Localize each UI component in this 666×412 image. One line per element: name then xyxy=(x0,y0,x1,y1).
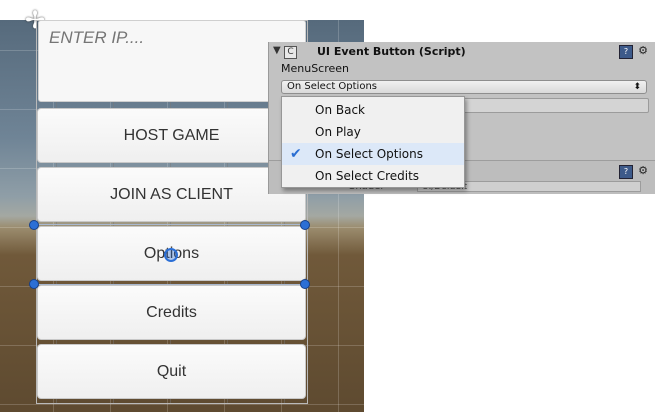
popup-item-label: On Select Credits xyxy=(315,169,420,183)
popup-item-on-back[interactable]: On Back xyxy=(282,99,464,121)
join-as-client-button[interactable]: JOIN AS CLIENT xyxy=(37,167,306,222)
dropdown-arrow-icon: ⬍ xyxy=(633,82,641,92)
popup-item-label: On Play xyxy=(315,125,361,139)
target-object-label: MenuScreen xyxy=(281,62,350,75)
book-icon-material[interactable]: ? xyxy=(619,165,633,179)
event-dropdown-popup: On Back On Play ✔ On Select Options On S… xyxy=(281,96,465,188)
credits-label: Credits xyxy=(146,303,197,321)
event-dropdown-value: On Select Options xyxy=(287,81,377,92)
component-header[interactable]: ▼ C UI Event Button (Script) ? ⚙ xyxy=(269,42,655,62)
join-as-client-label: JOIN AS CLIENT xyxy=(110,185,233,203)
selection-handle-top-right[interactable] xyxy=(300,220,310,230)
ip-input-box[interactable] xyxy=(38,20,306,102)
checkmark-icon: ✔ xyxy=(290,146,302,162)
quit-label: Quit xyxy=(156,362,187,380)
popup-item-label: On Back xyxy=(315,103,365,117)
gear-icon[interactable]: ⚙ xyxy=(637,45,649,57)
host-game-label: HOST GAME xyxy=(123,126,220,144)
gear-icon-material[interactable]: ⚙ xyxy=(637,165,649,177)
component-title: UI Event Button (Script) xyxy=(317,45,466,58)
popup-item-on-select-credits[interactable]: On Select Credits xyxy=(282,165,464,187)
selection-handle-bottom-left[interactable] xyxy=(29,279,39,289)
pivot-handle[interactable] xyxy=(164,248,178,262)
credits-button[interactable]: Credits xyxy=(37,285,306,340)
hidden-field[interactable] xyxy=(443,98,649,113)
foldout-arrow-icon[interactable]: ▼ xyxy=(273,45,281,56)
selection-handle-top-left[interactable] xyxy=(29,220,39,230)
popup-item-on-play[interactable]: On Play xyxy=(282,121,464,143)
popup-item-label: On Select Options xyxy=(315,147,423,161)
selection-top-edge xyxy=(34,224,306,225)
selection-handle-bottom-right[interactable] xyxy=(300,279,310,289)
host-game-button[interactable]: HOST GAME xyxy=(37,108,306,163)
quit-button[interactable]: Quit xyxy=(37,344,306,399)
selection-bottom-edge xyxy=(34,284,306,285)
popup-item-on-select-options[interactable]: ✔ On Select Options xyxy=(282,143,464,165)
component-script-icon[interactable]: C xyxy=(284,46,297,59)
book-icon[interactable]: ? xyxy=(619,45,633,59)
ip-input[interactable] xyxy=(47,25,301,51)
event-dropdown[interactable]: On Select Options ⬍ xyxy=(281,80,647,94)
